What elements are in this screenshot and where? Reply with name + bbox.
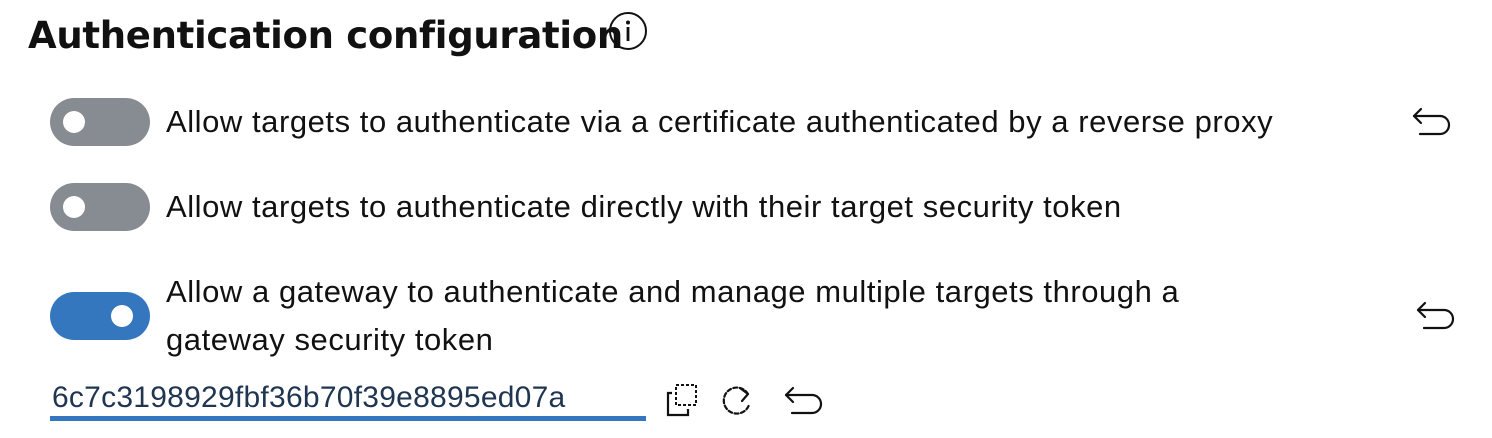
reverse-proxy-toggle[interactable] [50,98,150,146]
gateway-token-undo-icon[interactable] [1414,297,1458,333]
regenerate-icon[interactable] [718,381,756,419]
toggle-knob [111,305,133,327]
reverse-proxy-undo-icon[interactable] [1410,103,1454,139]
gateway-token-label-line1: Allow a gateway to authenticate and mana… [166,274,1180,309]
token-undo-icon[interactable] [782,382,826,418]
target-token-toggle[interactable] [50,183,150,231]
toggle-knob [63,111,85,133]
gateway-token-toggle[interactable] [50,292,150,340]
copy-icon[interactable] [664,381,702,419]
toggle-knob [63,196,85,218]
section-heading: Authentication configuration [28,8,623,64]
gateway-token-value[interactable]: 6c7c3198929fbf36b70f39e8895ed07a [52,378,566,418]
info-icon[interactable] [608,11,648,51]
token-underline [50,416,646,421]
gateway-token-label-line2: gateway security token [166,322,494,357]
page-title: Authentication configuration [28,14,623,57]
target-token-label: Allow targets to authenticate directly w… [166,189,1122,224]
reverse-proxy-label: Allow targets to authenticate via a cert… [166,104,1274,139]
